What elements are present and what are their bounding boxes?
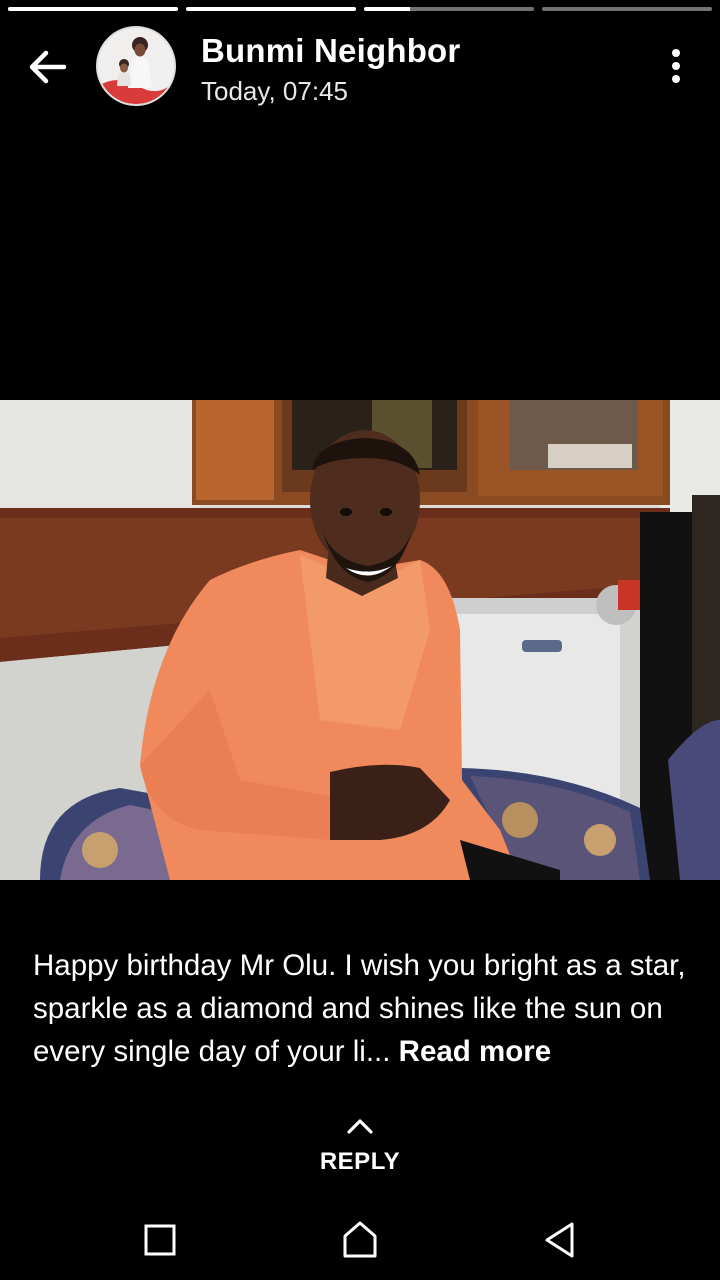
read-more-link[interactable]: Read more [399,1035,551,1068]
caption-text: Happy birthday Mr Olu. I wish you bright… [33,949,686,1068]
story-photo [0,400,720,880]
recents-button[interactable] [138,1218,182,1262]
story-progress [8,7,712,11]
more-options-button[interactable] [658,46,694,86]
triangle-back-icon [545,1222,574,1258]
system-navigation-bar [0,1200,720,1280]
reply-label: REPLY [319,1148,401,1175]
story-segment [364,7,534,11]
square-icon [144,1224,176,1256]
reply-button[interactable]: REPLY [0,1116,720,1176]
home-icon [343,1221,377,1258]
avatar-image [98,28,174,104]
back-button[interactable] [24,44,70,90]
arrow-left-icon [29,50,67,84]
story-header: Bunmi Neighbor Today, 07:45 [0,24,720,110]
home-button[interactable] [338,1218,382,1262]
avatar[interactable] [96,26,176,106]
story-segment [542,7,712,11]
post-time: Today, 07:45 [201,76,348,106]
story-segment [186,7,356,11]
chevron-up-icon [347,1119,373,1134]
poster-name: Bunmi Neighbor [201,32,461,69]
story-caption: Happy birthday Mr Olu. I wish you bright… [33,944,693,1073]
system-back-button[interactable] [538,1218,582,1262]
story-segment [8,7,178,11]
more-vertical-icon [672,49,680,83]
